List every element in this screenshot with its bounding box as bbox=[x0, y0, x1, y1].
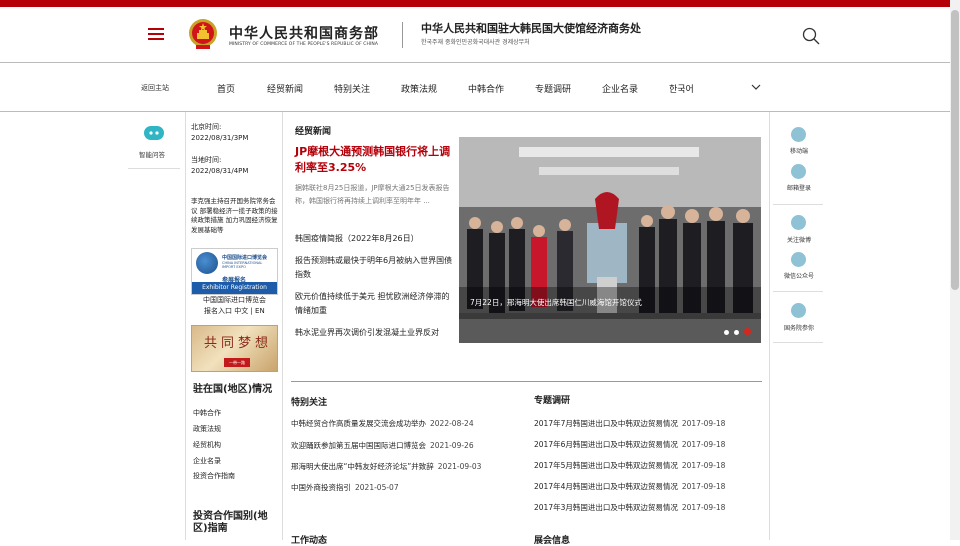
news-photo-carousel[interactable]: 7月22日，邢海明大使出席韩国仁川威海馆开馆仪式 bbox=[459, 137, 761, 343]
trade-news-title[interactable]: 经贸新闻 bbox=[295, 124, 331, 137]
right-column-divider bbox=[769, 112, 770, 540]
top-red-bar bbox=[0, 0, 960, 7]
back-to-main-link[interactable]: 返回主站 bbox=[141, 83, 169, 93]
special-item[interactable]: 中韩经贸合作高质量发展交流会成功举办 2022-08-24 bbox=[291, 418, 474, 429]
scrollbar-thumb[interactable] bbox=[951, 10, 959, 290]
research-item[interactable]: 2017年3月韩国进出口及中韩双边贸易情况 2017-09-18 bbox=[534, 502, 725, 513]
right-rail-weibo[interactable]: 关注微博 bbox=[787, 235, 811, 244]
local-time-label: 当地时间: bbox=[191, 156, 222, 164]
site-header: 中华人民共和国商务部 MINISTRY OF COMMERCE OF THE P… bbox=[0, 7, 960, 62]
region-link-directory[interactable]: 企业名录 bbox=[193, 456, 221, 466]
national-emblem-icon[interactable] bbox=[188, 18, 218, 50]
right-rail-state-council[interactable]: 国务院参你 bbox=[784, 323, 814, 332]
expo-caption-2[interactable]: 报名入口 中文 | EN bbox=[204, 306, 265, 316]
right-rail-wechat[interactable]: 微信公众号 bbox=[784, 271, 814, 280]
header-divider bbox=[402, 22, 403, 48]
section-divider bbox=[291, 381, 762, 382]
guide-title[interactable]: 投资合作国别(地区)指南 bbox=[193, 511, 275, 535]
region-link-policy[interactable]: 政策法规 bbox=[193, 424, 221, 434]
ministry-name[interactable]: 中华人民共和国商务部 bbox=[229, 23, 379, 43]
wechat-icon[interactable] bbox=[791, 252, 806, 267]
right-rail-mobile[interactable]: 移动端 bbox=[790, 146, 808, 155]
region-link-cooperation[interactable]: 中韩合作 bbox=[193, 408, 221, 418]
office-name-kr: 한국주재 중화인민공화국대사관 경제상무처 bbox=[421, 39, 530, 46]
news-link-2[interactable]: 报告预测韩或最快于明年6月被纳入世界国债指数 bbox=[295, 254, 455, 282]
nav-trade-news[interactable]: 经贸新闻 bbox=[267, 82, 303, 95]
research-item[interactable]: 2017年6月韩国进出口及中韩双边贸易情况 2017-09-18 bbox=[534, 439, 725, 450]
nav-policy[interactable]: 政策法规 bbox=[401, 82, 437, 95]
right-rail-line-1 bbox=[773, 204, 823, 205]
region-title: 驻在国(地区)情况 bbox=[193, 384, 273, 395]
nav-korean[interactable]: 한국어 bbox=[669, 82, 694, 95]
expo-title-cn: 中国国际进口博览会 bbox=[222, 255, 268, 261]
chevron-down-icon[interactable] bbox=[751, 83, 761, 91]
nav-cooperation[interactable]: 中韩合作 bbox=[468, 82, 504, 95]
special-item[interactable]: 邢海明大使出席“中韩友好经济论坛”并致辞 2021-09-03 bbox=[291, 461, 481, 472]
expo-caption-1[interactable]: 中国国际进口博览会 bbox=[203, 295, 266, 305]
carousel-dots bbox=[719, 320, 751, 339]
news-link-1[interactable]: 韩国疫情简报（2022年8月26日） bbox=[295, 232, 455, 246]
weibo-icon[interactable] bbox=[791, 215, 806, 230]
local-time-value: 2022/08/31/4PM bbox=[191, 167, 249, 175]
nav-home[interactable]: 首页 bbox=[217, 82, 235, 95]
beijing-time-value: 2022/08/31/3PM bbox=[191, 134, 249, 142]
state-council-notice[interactable]: 李克强主持召开国务院常务会议 部署稳经济一揽子政策的接续政策措施 加力巩固经济恢… bbox=[191, 197, 279, 235]
left-rail-line bbox=[128, 168, 180, 169]
office-name: 中华人民共和国驻大韩民国大使馆经济商务处 bbox=[421, 22, 641, 35]
mobile-icon[interactable] bbox=[791, 127, 806, 142]
main-nav: 返回主站 首页 经贸新闻 特别关注 政策法规 中韩合作 专题调研 企业名录 한국… bbox=[0, 63, 960, 111]
expo-banner[interactable]: 中国国际进口博览会 CHINA INTERNATIONAL IMPORT EXP… bbox=[191, 248, 278, 295]
news-link-4[interactable]: 韩水泥业界再次调价引发混凝土业界反对 bbox=[295, 326, 455, 340]
chat-bot-icon[interactable] bbox=[144, 126, 164, 140]
right-rail-mail[interactable]: 邮箱登录 bbox=[787, 183, 811, 192]
mail-icon[interactable] bbox=[791, 164, 806, 179]
right-rail-line-3 bbox=[773, 342, 823, 343]
photo-caption[interactable]: 7月22日，邢海明大使出席韩国仁川威海馆开馆仪式 bbox=[459, 287, 761, 319]
research-item[interactable]: 2017年4月韩国进出口及中韩双边贸易情况 2017-09-18 bbox=[534, 481, 725, 492]
menu-icon[interactable] bbox=[148, 28, 164, 40]
special-title[interactable]: 特别关注 bbox=[291, 395, 327, 408]
expo-logo-icon bbox=[196, 252, 218, 274]
expo-register-en: Exhibitor Registration bbox=[192, 282, 277, 294]
ministry-name-en: MINISTRY OF COMMERCE OF THE PEOPLE'S REP… bbox=[229, 42, 379, 47]
right-rail-line-2 bbox=[773, 291, 823, 292]
common-dream-banner[interactable]: 共同梦想 一带一路 bbox=[191, 325, 278, 372]
dream-text: 共同梦想 bbox=[204, 336, 273, 351]
left-column-divider bbox=[185, 112, 186, 540]
headline-summary: 据韩联社8月25日报道，JP摩根大通25日发表报告称，韩国银行将再持续上调利率至… bbox=[295, 184, 450, 205]
beijing-time-label: 北京时间: bbox=[191, 123, 222, 131]
left-content-divider bbox=[282, 112, 283, 540]
nav-bottom-border bbox=[0, 111, 960, 112]
nav-research[interactable]: 专题调研 bbox=[535, 82, 571, 95]
region-link-agencies[interactable]: 经贸机构 bbox=[193, 440, 221, 450]
research-title[interactable]: 专题调研 bbox=[534, 393, 570, 406]
nav-special[interactable]: 特别关注 bbox=[334, 82, 370, 95]
special-item[interactable]: 欢迎踊跃参加第五届中国国际进口博览会 2021-09-26 bbox=[291, 440, 474, 451]
headline-link[interactable]: JP摩根大通预测韩国银行将上调利率至3.25% bbox=[295, 144, 455, 176]
news-link-3[interactable]: 欧元价值持续低于美元 担忧欧洲经济停滞的情绪加重 bbox=[295, 290, 455, 318]
region-link-guide[interactable]: 投资合作指南 bbox=[193, 471, 235, 481]
carousel-dot-3[interactable] bbox=[744, 328, 751, 335]
research-item[interactable]: 2017年5月韩国进出口及中韩双边贸易情况 2017-09-18 bbox=[534, 460, 725, 471]
carousel-dot-1[interactable] bbox=[724, 330, 729, 335]
smart-qa-label[interactable]: 智能问答 bbox=[139, 149, 165, 159]
research-item[interactable]: 2017年7月韩国进出口及中韩双边贸易情况 2017-09-18 bbox=[534, 418, 725, 429]
search-icon[interactable] bbox=[802, 27, 820, 45]
special-item[interactable]: 中国外商投资指引 2021-05-07 bbox=[291, 482, 399, 493]
nav-directory[interactable]: 企业名录 bbox=[602, 82, 638, 95]
belt-road-badge: 一带一路 bbox=[224, 358, 250, 367]
state-council-icon[interactable] bbox=[791, 303, 806, 318]
carousel-dot-2[interactable] bbox=[734, 330, 739, 335]
expo-title-en: CHINA INTERNATIONAL IMPORT EXPO bbox=[222, 261, 263, 269]
